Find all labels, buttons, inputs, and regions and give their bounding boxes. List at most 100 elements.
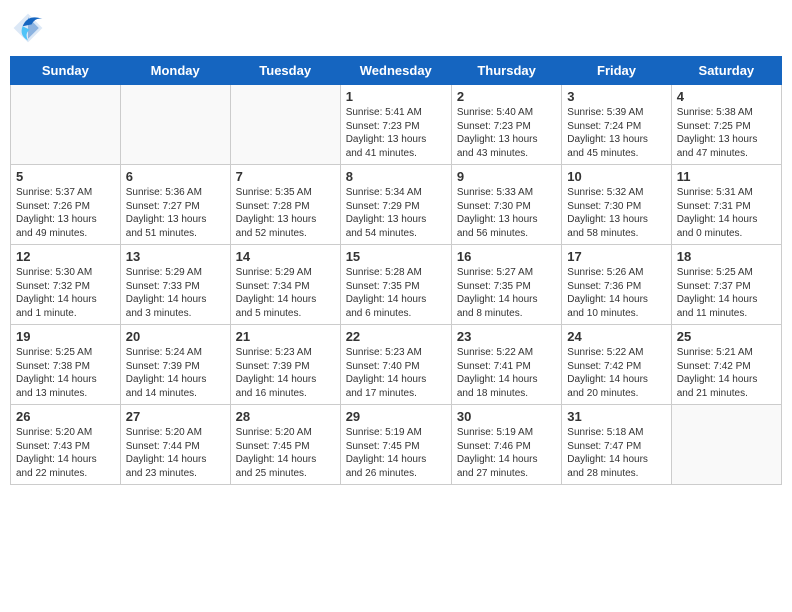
day-cell: 29Sunrise: 5:19 AMSunset: 7:45 PMDayligh… (340, 405, 451, 485)
day-detail: Sunrise: 5:18 AMSunset: 7:47 PMDaylight:… (567, 426, 665, 480)
day-cell: 23 Sunrise: 5:22 AMSunset: 7:41 PMDayligh… (451, 325, 561, 405)
col-header-monday: Monday (120, 57, 230, 85)
day-number: 15 (346, 249, 446, 264)
day-number: 30 (457, 409, 556, 424)
day-number: 3 (567, 89, 665, 104)
day-detail: Sunrise: 5:32 AMSunset: 7:30 PMDaylight:… (567, 186, 665, 240)
day-detail: Sunrise: 5:20 AMSunset: 7:45 PMDaylight:… (236, 426, 335, 480)
day-cell: 14Sunrise: 5:29 AMSunset: 7:34 PMDayligh… (230, 245, 340, 325)
day-cell: 20 Sunrise: 5:24 AMSunset: 7:39 PMDayligh… (120, 325, 230, 405)
day-detail: Sunrise: 5:30 AMSunset: 7:32 PMDaylight:… (16, 266, 115, 320)
day-detail: Sunrise: 5:41 AMSunset: 7:23 PMDaylight:… (346, 106, 446, 160)
day-cell: 2 Sunrise: 5:40 AMSunset: 7:23 PMDaylight… (451, 85, 561, 165)
day-detail: Sunrise: 5:26 AMSunset: 7:36 PMDaylight:… (567, 266, 665, 320)
col-header-friday: Friday (562, 57, 671, 85)
day-cell: 22Sunrise: 5:23 AMSunset: 7:40 PMDayligh… (340, 325, 451, 405)
day-cell: 5 Sunrise: 5:37 AMSunset: 7:26 PMDaylight… (11, 165, 121, 245)
week-row-4: 26Sunrise: 5:20 AMSunset: 7:43 PMDayligh… (11, 405, 782, 485)
day-detail: Sunrise: 5:25 AMSunset: 7:38 PMDaylight:… (16, 346, 115, 400)
day-detail: Sunrise: 5:34 AMSunset: 7:29 PMDaylight:… (346, 186, 446, 240)
day-number: 10 (567, 169, 665, 184)
day-detail: Sunrise: 5:23 AMSunset: 7:39 PMDaylight:… (236, 346, 335, 400)
day-detail: Sunrise: 5:19 AMSunset: 7:46 PMDaylight:… (457, 426, 556, 480)
day-number: 7 (236, 169, 335, 184)
day-number: 9 (457, 169, 556, 184)
day-cell: 21 Sunrise: 5:23 AMSunset: 7:39 PMDayligh… (230, 325, 340, 405)
day-cell: 6Sunrise: 5:36 AMSunset: 7:27 PMDaylight… (120, 165, 230, 245)
day-cell: 3 Sunrise: 5:39 AMSunset: 7:24 PMDaylight… (562, 85, 671, 165)
col-header-thursday: Thursday (451, 57, 561, 85)
day-number: 17 (567, 249, 665, 264)
day-cell: 4 Sunrise: 5:38 AMSunset: 7:25 PMDaylight… (671, 85, 781, 165)
day-cell: 9 Sunrise: 5:33 AMSunset: 7:30 PMDaylight… (451, 165, 561, 245)
day-detail: Sunrise: 5:22 AMSunset: 7:41 PMDaylight:… (457, 346, 556, 400)
day-number: 12 (16, 249, 115, 264)
day-cell: 8Sunrise: 5:34 AMSunset: 7:29 PMDaylight… (340, 165, 451, 245)
day-cell: 26Sunrise: 5:20 AMSunset: 7:43 PMDayligh… (11, 405, 121, 485)
day-cell (120, 85, 230, 165)
day-cell: 12 Sunrise: 5:30 AMSunset: 7:32 PMDayligh… (11, 245, 121, 325)
day-cell: 18Sunrise: 5:25 AMSunset: 7:37 PMDayligh… (671, 245, 781, 325)
day-cell: 31 Sunrise: 5:18 AMSunset: 7:47 PMDayligh… (562, 405, 671, 485)
day-number: 16 (457, 249, 556, 264)
col-header-saturday: Saturday (671, 57, 781, 85)
day-detail: Sunrise: 5:22 AMSunset: 7:42 PMDaylight:… (567, 346, 665, 400)
day-number: 28 (236, 409, 335, 424)
col-header-wednesday: Wednesday (340, 57, 451, 85)
col-header-sunday: Sunday (11, 57, 121, 85)
day-detail: Sunrise: 5:36 AMSunset: 7:27 PMDaylight:… (126, 186, 225, 240)
logo (10, 10, 50, 46)
day-number: 13 (126, 249, 225, 264)
day-cell: 24 Sunrise: 5:22 AMSunset: 7:42 PMDayligh… (562, 325, 671, 405)
page: SundayMondayTuesdayWednesdayThursdayFrid… (0, 0, 792, 612)
day-number: 24 (567, 329, 665, 344)
day-cell: 7Sunrise: 5:35 AMSunset: 7:28 PMDaylight… (230, 165, 340, 245)
day-detail: Sunrise: 5:28 AMSunset: 7:35 PMDaylight:… (346, 266, 446, 320)
day-detail: Sunrise: 5:38 AMSunset: 7:25 PMDaylight:… (677, 106, 776, 160)
day-number: 31 (567, 409, 665, 424)
day-number: 21 (236, 329, 335, 344)
day-number: 29 (346, 409, 446, 424)
day-number: 1 (346, 89, 446, 104)
day-cell: 19 Sunrise: 5:25 AMSunset: 7:38 PMDayligh… (11, 325, 121, 405)
day-detail: Sunrise: 5:21 AMSunset: 7:42 PMDaylight:… (677, 346, 776, 400)
day-number: 5 (16, 169, 115, 184)
day-number: 22 (346, 329, 446, 344)
day-detail: Sunrise: 5:24 AMSunset: 7:39 PMDaylight:… (126, 346, 225, 400)
day-detail: Sunrise: 5:31 AMSunset: 7:31 PMDaylight:… (677, 186, 776, 240)
day-number: 18 (677, 249, 776, 264)
day-cell: 27Sunrise: 5:20 AMSunset: 7:44 PMDayligh… (120, 405, 230, 485)
day-detail: Sunrise: 5:39 AMSunset: 7:24 PMDaylight:… (567, 106, 665, 160)
day-detail: Sunrise: 5:40 AMSunset: 7:23 PMDaylight:… (457, 106, 556, 160)
header (10, 10, 782, 46)
day-cell: 13Sunrise: 5:29 AMSunset: 7:33 PMDayligh… (120, 245, 230, 325)
day-number: 19 (16, 329, 115, 344)
day-cell (11, 85, 121, 165)
week-row-0: 1 Sunrise: 5:41 AMSunset: 7:23 PMDaylight… (11, 85, 782, 165)
week-row-3: 19 Sunrise: 5:25 AMSunset: 7:38 PMDayligh… (11, 325, 782, 405)
day-cell (230, 85, 340, 165)
day-cell: 1 Sunrise: 5:41 AMSunset: 7:23 PMDaylight… (340, 85, 451, 165)
day-cell (671, 405, 781, 485)
day-number: 2 (457, 89, 556, 104)
day-detail: Sunrise: 5:20 AMSunset: 7:43 PMDaylight:… (16, 426, 115, 480)
logo-icon (10, 10, 46, 46)
day-cell: 25Sunrise: 5:21 AMSunset: 7:42 PMDayligh… (671, 325, 781, 405)
day-number: 23 (457, 329, 556, 344)
day-cell: 28 Sunrise: 5:20 AMSunset: 7:45 PMDayligh… (230, 405, 340, 485)
header-row: SundayMondayTuesdayWednesdayThursdayFrid… (11, 57, 782, 85)
day-cell: 15 Sunrise: 5:28 AMSunset: 7:35 PMDayligh… (340, 245, 451, 325)
day-number: 20 (126, 329, 225, 344)
day-detail: Sunrise: 5:27 AMSunset: 7:35 PMDaylight:… (457, 266, 556, 320)
day-detail: Sunrise: 5:33 AMSunset: 7:30 PMDaylight:… (457, 186, 556, 240)
calendar-body: 1 Sunrise: 5:41 AMSunset: 7:23 PMDaylight… (11, 85, 782, 485)
day-number: 27 (126, 409, 225, 424)
day-cell: 11Sunrise: 5:31 AMSunset: 7:31 PMDayligh… (671, 165, 781, 245)
calendar-header: SundayMondayTuesdayWednesdayThursdayFrid… (11, 57, 782, 85)
day-cell: 16 Sunrise: 5:27 AMSunset: 7:35 PMDayligh… (451, 245, 561, 325)
day-detail: Sunrise: 5:37 AMSunset: 7:26 PMDaylight:… (16, 186, 115, 240)
week-row-1: 5 Sunrise: 5:37 AMSunset: 7:26 PMDaylight… (11, 165, 782, 245)
day-cell: 17 Sunrise: 5:26 AMSunset: 7:36 PMDayligh… (562, 245, 671, 325)
day-cell: 30 Sunrise: 5:19 AMSunset: 7:46 PMDayligh… (451, 405, 561, 485)
day-number: 4 (677, 89, 776, 104)
